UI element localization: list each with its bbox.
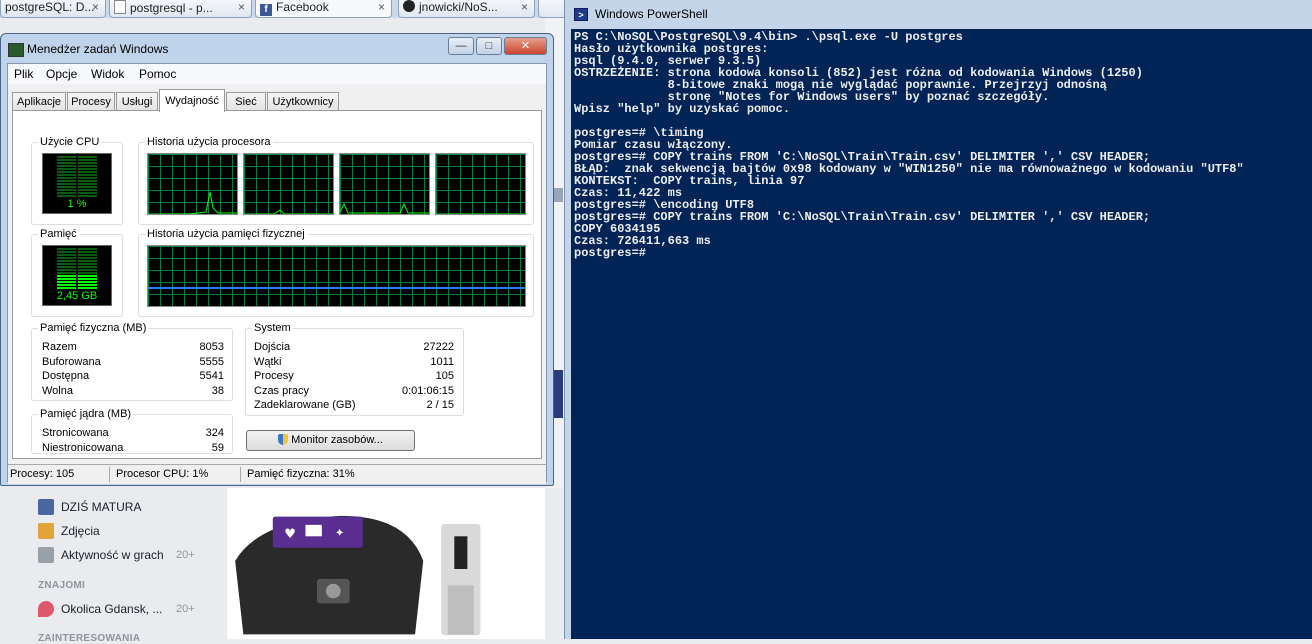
powershell-window: > Windows PowerShell PS C:\NoSQL\Postgre… bbox=[564, 0, 1312, 639]
svg-text:✦: ✦ bbox=[335, 525, 345, 539]
cpu-history-graph-core-2 bbox=[243, 153, 334, 215]
status-cpu: Procesor CPU: 1% bbox=[116, 468, 209, 480]
browser-tab-strip: postgreSQL: D... × postgresql - p... × f… bbox=[0, 0, 570, 18]
memory-usage-meter: 2,45 GB bbox=[42, 245, 112, 306]
browser-tab-github[interactable]: jnowicki/NoS... × bbox=[398, 0, 535, 18]
facebook-icon: f bbox=[260, 4, 272, 16]
status-memory: Pamięć fizyczna: 31% bbox=[247, 468, 355, 480]
task-manager-window: Menedżer zadań Windows — □ ✕ Plik Opcje … bbox=[0, 33, 554, 486]
memory-history-group: Historia użycia pamięci fizycznej bbox=[138, 228, 534, 317]
status-processes: Procesy: 105 bbox=[10, 468, 75, 480]
tab-performance[interactable]: Wydajność bbox=[159, 89, 225, 112]
memory-history-graph bbox=[147, 245, 526, 307]
memory-usage-group: Pamięć 2,45 GB bbox=[31, 228, 123, 317]
task-manager-titlebar[interactable]: Menedżer zadań Windows — □ ✕ bbox=[1, 34, 553, 62]
powershell-icon: > bbox=[574, 8, 588, 21]
github-icon bbox=[403, 0, 415, 12]
physical-memory-title: Pamięć fizyczna (MB) bbox=[38, 322, 149, 334]
console-output[interactable]: PS C:\NoSQL\PostgreSQL\9.4\bin> .\psql.e… bbox=[571, 29, 1312, 639]
gamepad-icon bbox=[38, 547, 54, 563]
photo-icon bbox=[38, 523, 54, 539]
calendar-icon bbox=[38, 499, 54, 515]
task-manager-icon bbox=[8, 43, 24, 57]
browser-tab-facebook[interactable]: f Facebook × bbox=[255, 0, 392, 18]
cpu-history-graph-core-3 bbox=[339, 153, 430, 215]
menu-view[interactable]: Widok bbox=[91, 67, 124, 81]
window-title: Menedżer zadań Windows bbox=[27, 42, 169, 56]
fb-nav-item-photos[interactable]: Zdjęcia bbox=[38, 523, 100, 539]
close-icon[interactable]: × bbox=[378, 0, 385, 15]
powershell-titlebar[interactable]: > Windows PowerShell bbox=[565, 0, 1312, 29]
minimize-button[interactable]: — bbox=[448, 37, 474, 55]
tab-network[interactable]: Sieć bbox=[226, 92, 266, 111]
physical-memory-group: Pamięć fizyczna (MB) Razem 8053 Buforowan… bbox=[31, 322, 233, 401]
close-icon[interactable]: × bbox=[92, 0, 99, 15]
location-pin-icon bbox=[38, 601, 54, 617]
facebook-left-nav: DZIŚ MATURA Zdjęcia Aktywność w grach 20… bbox=[0, 488, 215, 644]
window-title: Windows PowerShell bbox=[595, 7, 708, 21]
cpu-history-label: Historia użycia procesora bbox=[145, 136, 273, 148]
maximize-button[interactable]: □ bbox=[476, 37, 502, 55]
close-button[interactable]: ✕ bbox=[504, 37, 547, 55]
console-text: PS C:\NoSQL\PostgreSQL\9.4\bin> .\psql.e… bbox=[574, 30, 1244, 260]
cpu-history-graph-core-1 bbox=[147, 153, 238, 215]
system-title: System bbox=[252, 322, 293, 334]
system-group: System Dojścia 27222 Wątki 1011 Procesy 105… bbox=[245, 322, 464, 416]
memory-usage-value: 2,45 GB bbox=[56, 290, 98, 302]
cpu-history-graph-core-4 bbox=[435, 153, 526, 215]
fb-nav-item-nearby[interactable]: Okolica Gdansk, ... 20+ bbox=[38, 601, 208, 617]
menu-bar: Plik Opcje Widok Pomoc bbox=[8, 64, 546, 84]
memory-history-label: Historia użycia pamięci fizycznej bbox=[145, 228, 307, 240]
tab-users[interactable]: Użytkownicy bbox=[267, 92, 339, 111]
smart-band-image: ♥ ✦ bbox=[227, 511, 487, 636]
fb-nav-item-games[interactable]: Aktywność w grach 20+ bbox=[38, 547, 208, 563]
tab-processes[interactable]: Procesy bbox=[67, 92, 115, 111]
facebook-page: DZIŚ MATURA Zdjęcia Aktywność w grach 20… bbox=[0, 488, 565, 644]
menu-options[interactable]: Opcje bbox=[46, 67, 77, 81]
tab-services[interactable]: Usługi bbox=[116, 92, 158, 111]
tab-applications[interactable]: Aplikacje bbox=[12, 92, 66, 111]
close-icon[interactable]: × bbox=[521, 0, 528, 15]
cpu-history-group: Historia użycia procesora bbox=[138, 136, 534, 225]
uac-shield-icon bbox=[278, 434, 289, 445]
status-bar: Procesy: 105 Procesor CPU: 1% Pamięć fiz… bbox=[8, 464, 546, 484]
advertisement-image[interactable]: ♥ ✦ bbox=[227, 488, 545, 639]
resource-monitor-button[interactable]: Monitor zasobów... bbox=[246, 430, 415, 451]
cpu-usage-meter: 1 % bbox=[42, 153, 112, 214]
performance-page: Użycie CPU 1 % Historia użycia procesora bbox=[12, 110, 542, 459]
status-separator bbox=[109, 467, 110, 482]
close-icon[interactable]: × bbox=[238, 0, 245, 15]
memory-label: Pamięć bbox=[38, 228, 79, 240]
menu-help[interactable]: Pomoc bbox=[139, 67, 176, 81]
status-separator bbox=[240, 467, 241, 482]
cpu-usage-label: Użycie CPU bbox=[38, 136, 102, 148]
fb-nav-item-matura[interactable]: DZIŚ MATURA bbox=[38, 499, 141, 515]
browser-tab-postgresql-p[interactable]: postgresql - p... × bbox=[109, 0, 252, 18]
kernel-memory-title: Pamięć jądra (MB) bbox=[38, 408, 134, 420]
browser-tab-postgresql-docs[interactable]: postgreSQL: D... × bbox=[0, 0, 106, 18]
task-manager-body: Plik Opcje Widok Pomoc Aplikacje Procesy… bbox=[7, 63, 547, 484]
cpu-usage-value: 1 % bbox=[67, 198, 87, 210]
kernel-memory-group: Pamięć jądra (MB) Stronicowana 324 Niestr… bbox=[31, 408, 233, 454]
fb-section-friends: ZNAJOMI bbox=[38, 580, 86, 591]
menu-file[interactable]: Plik bbox=[14, 67, 33, 81]
cpu-usage-group: Użycie CPU 1 % bbox=[31, 136, 123, 225]
page-icon bbox=[114, 0, 126, 14]
svg-text:♥: ♥ bbox=[284, 527, 296, 542]
